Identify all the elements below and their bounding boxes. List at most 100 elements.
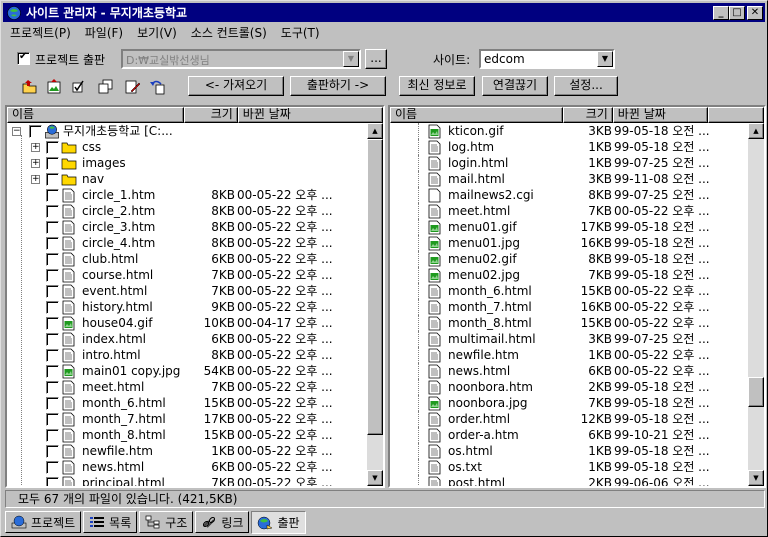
file-row[interactable]: noonbora.jpg 7KB 99-05-18 오전 ... [390, 395, 748, 411]
file-row[interactable]: month_8.html 15KB 00-05-22 오후 ... [7, 427, 367, 443]
col-size[interactable]: 크기 [563, 107, 613, 123]
file-row[interactable]: circle_1.htm 8KB 00-05-22 오후 ... [7, 187, 367, 203]
row-checkbox[interactable] [46, 173, 59, 186]
row-checkbox[interactable] [46, 141, 59, 154]
chevron-down-icon[interactable]: ▼ [597, 51, 613, 67]
row-checkbox[interactable] [46, 205, 59, 218]
tab-project[interactable]: 프로젝트 [5, 511, 82, 533]
menu-project[interactable]: 프로젝트(P) [3, 24, 78, 42]
col-date[interactable]: 바뀐 날짜 [612, 107, 709, 123]
image-icon[interactable] [45, 78, 63, 96]
file-row[interactable]: event.html 7KB 00-05-22 오후 ... [7, 283, 367, 299]
publish-button[interactable]: 출판하기 -> [290, 76, 386, 96]
file-row[interactable]: noonbora.htm 2KB 99-05-18 오전 ... [390, 379, 748, 395]
file-row[interactable]: month_7.html 17KB 00-05-22 오후 ... [7, 411, 367, 427]
local-vertical-scrollbar[interactable]: ▲ ▼ [367, 123, 383, 486]
unchecked-files-icon[interactable] [97, 78, 115, 96]
file-row[interactable]: index.html 6KB 00-05-22 오후 ... [7, 331, 367, 347]
file-row[interactable]: principal.html 7KB 00-05-22 오후 ... [7, 475, 367, 486]
file-row[interactable]: order.html 12KB 99-05-18 오전 ... [390, 411, 748, 427]
row-checkbox[interactable] [46, 157, 59, 170]
file-row[interactable]: news.html 6KB 00-05-22 오후 ... [7, 459, 367, 475]
file-row[interactable]: os.txt 1KB 99-05-18 오전 ... [390, 459, 748, 475]
expand-icon[interactable]: + [31, 175, 40, 184]
col-name[interactable]: 이름 [390, 107, 564, 123]
scrollbar-thumb[interactable] [748, 377, 764, 407]
browse-button[interactable]: ... [365, 49, 387, 69]
row-checkbox[interactable] [29, 125, 42, 138]
menu-file[interactable]: 파일(F) [78, 24, 130, 42]
file-row[interactable]: os.html 1KB 99-05-18 오전 ... [390, 443, 748, 459]
settings-button[interactable]: 설정... [554, 76, 618, 96]
file-row[interactable]: meet.html 7KB 00-05-22 오후 ... [390, 203, 748, 219]
file-row[interactable]: menu01.gif 17KB 99-05-18 오전 ... [390, 219, 748, 235]
scroll-up-icon[interactable]: ▲ [748, 123, 764, 139]
file-row[interactable]: mailnews2.cgi 8KB 99-07-25 오전 ... [390, 187, 748, 203]
refresh-button[interactable]: 최신 정보로 [399, 76, 475, 96]
scroll-down-icon[interactable]: ▼ [367, 470, 383, 486]
file-row[interactable]: circle_3.htm 8KB 00-05-22 오후 ... [7, 219, 367, 235]
row-checkbox[interactable] [46, 397, 59, 410]
row-checkbox[interactable] [46, 445, 59, 458]
file-row[interactable]: circle_2.htm 8KB 00-05-22 오후 ... [7, 203, 367, 219]
row-checkbox[interactable] [46, 237, 59, 250]
row-checkbox[interactable] [46, 429, 59, 442]
file-row[interactable]: mail.html 3KB 99-11-08 오전 ... [390, 171, 748, 187]
row-checkbox[interactable] [46, 349, 59, 362]
file-row[interactable]: newfile.htm 1KB 00-05-22 오후 ... [7, 443, 367, 459]
folder-row[interactable]: + nav [7, 171, 367, 187]
tab-publish[interactable]: 출판 [251, 511, 306, 534]
folder-row[interactable]: + images [7, 155, 367, 171]
title-bar[interactable]: 사이트 관리자 - 무지개초등학교 _ □ ✕ [3, 3, 765, 22]
site-select[interactable]: edcom ▼ [479, 49, 615, 69]
file-row[interactable]: menu01.jpg 16KB 99-05-18 오전 ... [390, 235, 748, 251]
menu-tools[interactable]: 도구(T) [274, 24, 327, 42]
expand-icon[interactable]: + [31, 159, 40, 168]
scroll-down-icon[interactable]: ▼ [748, 470, 764, 486]
file-row[interactable]: club.html 6KB 00-05-22 오후 ... [7, 251, 367, 267]
file-row[interactable]: house04.gif 10KB 00-04-17 오후 ... [7, 315, 367, 331]
get-button[interactable]: <- 가져오기 [188, 76, 284, 96]
row-checkbox[interactable] [46, 461, 59, 474]
file-row[interactable]: meet.html 7KB 00-05-22 오후 ... [7, 379, 367, 395]
file-row[interactable]: multimail.html 3KB 99-07-25 오전 ... [390, 331, 748, 347]
file-row[interactable]: course.html 7KB 00-05-22 오후 ... [7, 267, 367, 283]
file-row[interactable]: login.html 1KB 99-07-25 오전 ... [390, 155, 748, 171]
checked-files-icon[interactable] [71, 78, 89, 96]
col-date[interactable]: 바뀐 날짜 [237, 107, 383, 123]
row-checkbox[interactable] [46, 189, 59, 202]
file-row[interactable]: month_6.html 15KB 00-05-22 오후 ... [390, 283, 748, 299]
row-checkbox[interactable] [46, 221, 59, 234]
file-row[interactable]: intro.html 8KB 00-05-22 오후 ... [7, 347, 367, 363]
tab-links[interactable]: 링크 [195, 511, 250, 533]
expand-icon[interactable]: + [31, 143, 40, 152]
open-folder-icon[interactable] [21, 78, 39, 96]
row-checkbox[interactable] [46, 253, 59, 266]
row-checkbox[interactable] [46, 381, 59, 394]
disconnect-button[interactable]: 연결끊기 [482, 76, 548, 96]
file-row[interactable]: main01 copy.jpg 54KB 00-05-22 오후 ... [7, 363, 367, 379]
minimize-button[interactable]: _ [713, 5, 729, 20]
file-row[interactable]: circle_4.htm 8KB 00-05-22 오후 ... [7, 235, 367, 251]
collapse-icon[interactable]: − [12, 127, 21, 136]
tab-list[interactable]: 목록 [83, 511, 138, 533]
file-row[interactable]: menu02.jpg 7KB 99-05-18 오전 ... [390, 267, 748, 283]
file-row[interactable]: month_6.html 15KB 00-05-22 오후 ... [7, 395, 367, 411]
file-row[interactable]: order-a.htm 6KB 99-10-21 오전 ... [390, 427, 748, 443]
undo-checkout-icon[interactable] [149, 78, 167, 96]
file-row[interactable]: newfile.htm 1KB 00-05-22 오후 ... [390, 347, 748, 363]
col-name[interactable]: 이름 [7, 107, 185, 123]
tree-root-row[interactable]: − 무지개초등학교 [C:... [7, 123, 367, 139]
file-row[interactable]: log.htm 1KB 99-05-18 오전 ... [390, 139, 748, 155]
scroll-up-icon[interactable]: ▲ [367, 123, 383, 139]
close-button[interactable]: ✕ [747, 5, 763, 20]
publish-path-combo[interactable]: D:₩교실밖선생님 ▼ [121, 49, 361, 69]
chevron-down-icon[interactable]: ▼ [343, 51, 359, 67]
folder-row[interactable]: + css [7, 139, 367, 155]
file-row[interactable]: news.html 6KB 00-05-22 오후 ... [390, 363, 748, 379]
row-checkbox[interactable] [46, 413, 59, 426]
row-checkbox[interactable] [46, 317, 59, 330]
remote-vertical-scrollbar[interactable]: ▲ ▼ [748, 123, 764, 486]
row-checkbox[interactable] [46, 285, 59, 298]
menu-source-control[interactable]: 소스 컨트롤(S) [184, 24, 274, 42]
